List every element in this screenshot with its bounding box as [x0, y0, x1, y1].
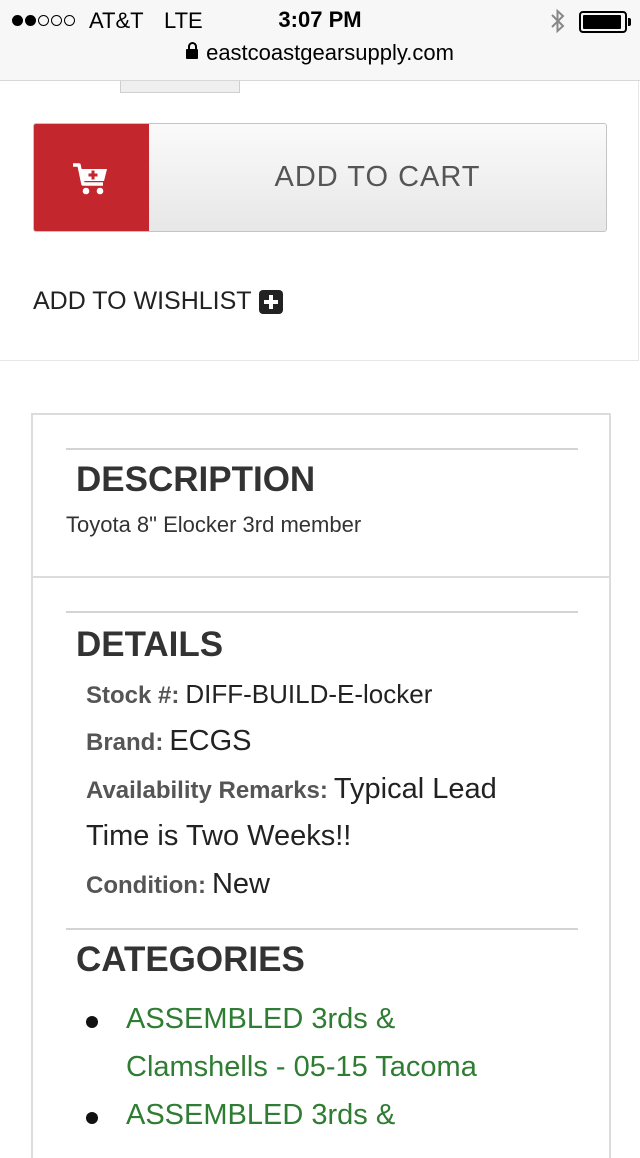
description-panel: DESCRIPTION Toyota 8" Elocker 3rd member: [31, 413, 611, 579]
description-heading: DESCRIPTION: [76, 460, 316, 499]
categories-list: ASSEMBLED 3rds & Clamshells - 05-15 Taco…: [86, 995, 526, 1139]
quantity-input[interactable]: [120, 81, 240, 93]
availability-value: Typical Lead: [333, 773, 497, 805]
plus-icon: [258, 289, 283, 314]
divider: [66, 611, 578, 613]
stock-number-label: Stock #:: [86, 682, 180, 709]
battery-icon: [579, 11, 631, 33]
condition-row: Condition: New: [86, 868, 270, 901]
add-to-cart-button[interactable]: ADD TO CART: [33, 123, 607, 232]
description-text: Toyota 8" Elocker 3rd member: [66, 512, 362, 537]
clock: 3:07 PM: [278, 7, 362, 32]
category-link[interactable]: ASSEMBLED 3rds & Clamshells - 05-15 Taco…: [86, 995, 526, 1091]
brand-value: ECGS: [169, 725, 252, 757]
brand-row: Brand: ECGS: [86, 725, 252, 758]
add-to-wishlist-link[interactable]: ADD TO WISHLIST: [33, 287, 283, 316]
availability-row-continued: Time is Two Weeks!!: [86, 820, 351, 853]
category-link[interactable]: ASSEMBLED 3rds &: [86, 1091, 526, 1139]
url-text: eastcoastgearsupply.com: [206, 40, 454, 65]
lock-icon: [186, 42, 199, 59]
address-bar[interactable]: eastcoastgearsupply.com: [0, 40, 640, 66]
details-panel: DETAILS Stock #: DIFF-BUILD-E-locker Bran…: [31, 576, 611, 1158]
bluetooth-icon: [551, 8, 565, 34]
brand-label: Brand:: [86, 729, 164, 756]
condition-label: Condition:: [86, 872, 206, 899]
status-bar: AT&T LTE 3:07 PM eastcoastgearsupply.com: [0, 0, 640, 81]
availability-value-continued: Time is Two Weeks!!: [86, 820, 352, 852]
details-heading: DETAILS: [76, 625, 224, 664]
cart-plus-icon: [73, 163, 107, 195]
stock-number-value: DIFF-BUILD-E-locker: [185, 679, 433, 709]
availability-row: Availability Remarks: Typical Lead: [86, 773, 497, 806]
condition-value: New: [211, 868, 270, 900]
divider: [66, 928, 578, 930]
stock-number-row: Stock #: DIFF-BUILD-E-locker: [86, 679, 432, 710]
add-to-cart-label: ADD TO CART: [274, 161, 481, 193]
divider: [66, 448, 578, 450]
categories-heading: CATEGORIES: [76, 940, 305, 979]
cart-icon-box: [34, 124, 149, 231]
availability-label: Availability Remarks:: [86, 777, 328, 804]
add-to-wishlist-label: ADD TO WISHLIST: [33, 287, 252, 315]
